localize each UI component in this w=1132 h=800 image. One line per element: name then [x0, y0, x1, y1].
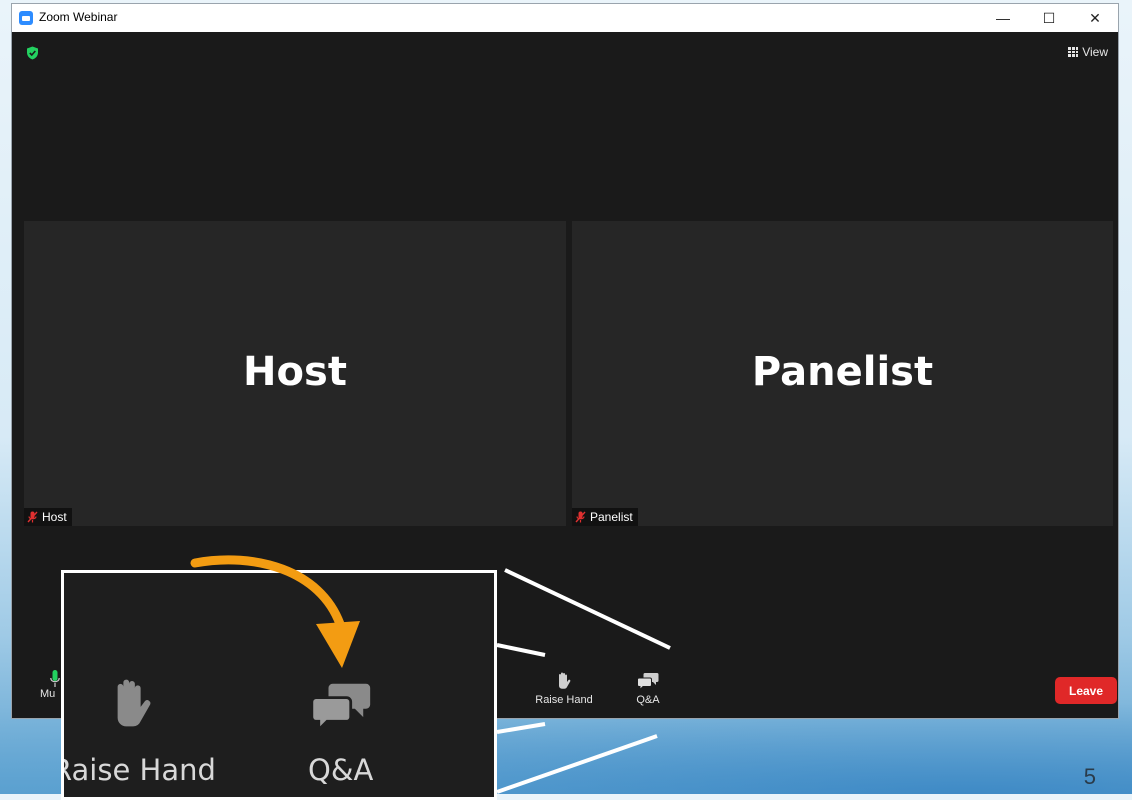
zoom-app-icon — [19, 11, 33, 25]
zoom-qa-label: Q&A — [308, 753, 374, 787]
leave-button[interactable]: Leave — [1055, 677, 1117, 704]
video-tile-host[interactable]: Host Host — [24, 221, 566, 526]
grid-icon — [1068, 47, 1079, 57]
zoom-callout-box: Raise Hand Q&A — [61, 570, 497, 800]
tile-display-name: Host — [243, 349, 347, 395]
raise-hand-button[interactable]: Raise Hand — [532, 672, 596, 706]
slide-page-number: 5 — [1083, 764, 1096, 789]
qa-chat-icon — [637, 673, 659, 690]
qa-chat-icon — [310, 683, 371, 731]
video-tile-panelist[interactable]: Panelist Panelist — [572, 221, 1113, 526]
muted-mic-icon — [27, 511, 38, 523]
qa-button[interactable]: Q&A — [630, 672, 666, 706]
muted-mic-icon — [575, 511, 586, 523]
mute-label: Mu — [40, 688, 56, 700]
mic-icon — [50, 670, 60, 687]
shield-check-icon[interactable] — [26, 46, 39, 60]
zoom-raise-hand-label: Raise Hand — [61, 753, 216, 787]
minimize-button[interactable]: — — [980, 4, 1026, 32]
raise-hand-label: Raise Hand — [535, 694, 593, 706]
qa-label: Q&A — [636, 694, 660, 706]
view-label: View — [1082, 45, 1108, 59]
title-bar: Zoom Webinar — ☐ ✕ — [12, 4, 1118, 32]
participant-name-tag: Host — [24, 508, 72, 526]
tile-display-name: Panelist — [751, 349, 934, 395]
raise-hand-icon — [559, 672, 571, 689]
participant-name-tag: Panelist — [572, 508, 638, 526]
view-button[interactable]: View — [1064, 42, 1112, 62]
tag-label: Host — [42, 510, 67, 524]
maximize-button[interactable]: ☐ — [1026, 4, 1072, 32]
raise-hand-icon — [117, 679, 151, 727]
close-button[interactable]: ✕ — [1072, 4, 1118, 32]
window-title: Zoom Webinar — [39, 10, 118, 24]
tag-label: Panelist — [590, 510, 633, 524]
